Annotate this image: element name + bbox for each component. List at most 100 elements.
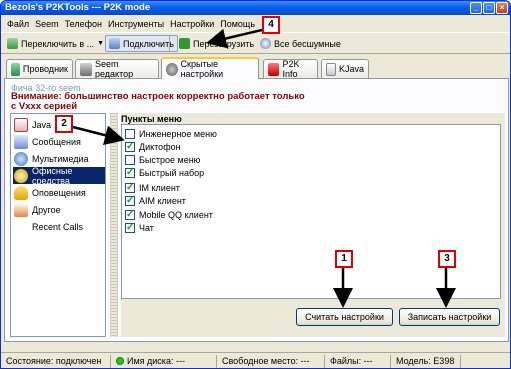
item-label: Чат [139,223,154,233]
all-silent-button[interactable]: Все бесшумные [256,35,345,52]
category-office-tools[interactable]: Офисные средства [13,165,105,186]
tab-seem-editor-label: Seem редактор [94,59,134,79]
connect-label: Подключить [123,38,174,49]
callout-1: 1 [335,250,353,268]
category-multimedia[interactable]: Мультимедиа [13,150,105,167]
menu-file[interactable]: Файл [4,19,32,29]
app-window: Bezols's P2KTools --- P2K mode _ □ × Фай… [0,0,511,369]
menu-help[interactable]: Помощь [217,19,258,29]
reboot-button[interactable]: Перезагрузить [175,35,258,52]
tab-explorer[interactable]: Проводник [6,59,73,78]
menu-item-aim-client[interactable]: AIM клиент [125,195,186,207]
switch-icon [7,38,18,49]
category-recent-calls[interactable]: Recent Calls [13,218,105,235]
checkbox[interactable] [125,195,135,206]
menu-item-speed-dial[interactable]: Быстрый набор [125,167,204,179]
checkbox[interactable] [125,155,135,165]
reboot-label: Перезагрузить [193,38,255,49]
checkbox[interactable] [125,167,135,178]
menu-items-header: Пункты меню [121,114,182,124]
tab-hidden-settings[interactable]: Скрытые настройки [161,57,259,79]
reboot-icon [179,38,190,49]
seem-editor-icon [80,62,92,76]
status-connection: Состояние: подключен [3,355,111,368]
item-label: Mobile QQ клиент [139,210,213,220]
checkbox[interactable] [125,141,135,152]
menu-tools[interactable]: Инструменты [105,19,167,29]
category-label: Офисные средства [32,165,73,186]
gear-icon [166,62,178,76]
status-disk: Имя диска: --- [113,355,217,368]
menu-item-quick-menu[interactable]: Быстрое меню [125,154,200,166]
tab-seem-editor[interactable]: Seem редактор [75,59,159,79]
multimedia-icon [14,151,28,166]
status-disk-label: Имя диска: --- [127,356,185,366]
menu-item-voice-recorder[interactable]: Диктофон [125,141,181,153]
read-settings-button[interactable]: Считать настройки [296,308,393,326]
connect-icon [109,38,120,49]
category-label: Recent Calls [32,221,84,232]
tab-p2k-info[interactable]: P2K Info [263,59,318,79]
item-label: Диктофон [139,142,181,152]
envelope-icon [14,134,28,149]
item-label: Инженерное меню [139,129,217,139]
minimize-button[interactable]: _ [470,2,482,14]
status-files: Файлы: --- [327,355,391,368]
category-alerts[interactable]: Оповещения [13,184,105,201]
close-button[interactable]: × [496,2,508,14]
category-list[interactable]: Java Сообщения Мультимедиа Офисные средс… [10,113,106,337]
silent-icon [260,38,271,49]
status-model: Модель: E398 [393,355,461,368]
item-label: AIM клиент [139,196,186,206]
dropdown-arrow-icon[interactable]: ▼ [97,40,104,47]
other-icon [14,202,28,217]
menu-items-list: Инженерное меню Диктофон Быстрое меню Бы… [121,124,501,299]
menu-item-engineering[interactable]: Инженерное меню [125,128,217,140]
menu-bar: Файл Seem Телефон Инструменты Настройки … [1,16,510,31]
tab-explorer-label: Проводник [22,64,68,74]
switch-mode-button[interactable]: Переключить в ... ▼ [3,35,108,52]
callout-2: 2 [55,115,73,133]
switch-mode-label: Переключить в ... [21,38,95,49]
item-label: IM клиент [139,183,180,193]
recent-calls-icon [14,220,28,234]
office-tools-icon [14,168,28,183]
maximize-button[interactable]: □ [483,2,495,14]
menu-item-qq-client[interactable]: Mobile QQ клиент [125,209,213,221]
tab-kjava[interactable]: KJava [321,59,369,78]
bell-icon [14,185,28,200]
tab-p2k-info-label: P2K Info [282,59,300,79]
toolbar-separator [169,36,170,51]
menu-phone[interactable]: Телефон [62,19,105,29]
kjava-icon [326,62,336,76]
explorer-icon [11,62,20,76]
callout-4: 4 [262,16,280,34]
all-silent-label: Все бесшумные [274,38,341,49]
write-settings-button[interactable]: Записать настройки [399,308,500,326]
menu-item-chat[interactable]: Чат [125,222,154,234]
menu-seem[interactable]: Seem [32,19,62,29]
category-messages[interactable]: Сообщения [13,133,105,150]
category-other[interactable]: Другое [13,201,105,218]
tab-kjava-label: KJava [338,64,364,74]
menu-settings[interactable]: Настройки [167,19,217,29]
category-label: Оповещения [32,187,86,198]
item-label: Быстрое меню [139,155,201,165]
warning-text: Внимание: большинство настроек корректно… [11,91,305,112]
java-icon [14,117,28,132]
title-bar: Bezols's P2KTools --- P2K mode _ □ × [1,1,510,15]
checkbox[interactable] [125,182,135,193]
checkbox[interactable] [125,222,135,233]
category-label: Java [32,119,52,130]
toolbar: Переключить в ... ▼ Подключить Перезагру… [1,32,510,54]
category-label: Сообщения [32,136,81,147]
window-title: Bezols's P2KTools --- P2K mode [5,2,151,13]
checkbox[interactable] [125,129,135,139]
status-bar: Состояние: подключен Имя диска: --- Своб… [1,352,510,368]
checkbox[interactable] [125,209,135,220]
menu-item-im-client[interactable]: IM клиент [125,182,180,194]
splitter-handle[interactable] [110,113,118,337]
connect-button[interactable]: Подключить [105,35,178,52]
status-free-space: Свободное место: --- [219,355,325,368]
connected-indicator-icon [116,357,124,365]
